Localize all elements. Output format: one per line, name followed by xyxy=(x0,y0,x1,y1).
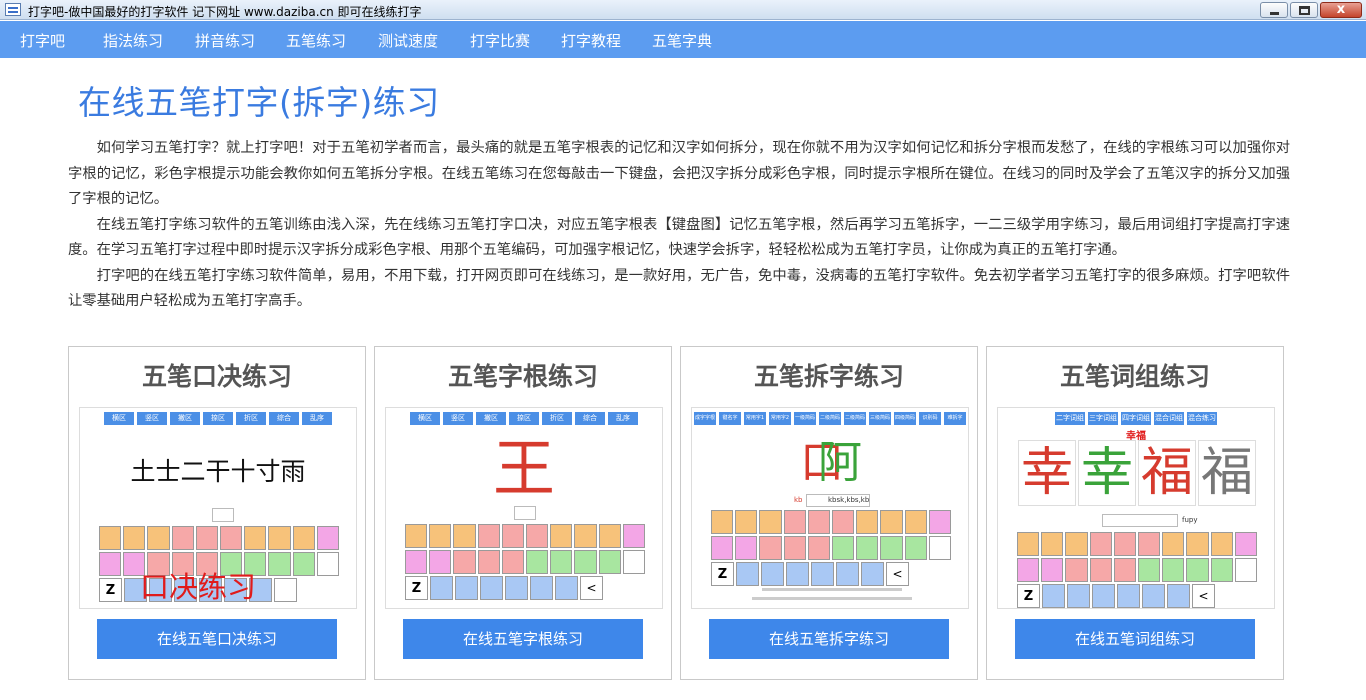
nav-item-contest[interactable]: 打字比赛 xyxy=(470,30,530,51)
split-practice-button[interactable]: 在线五笔拆字练习 xyxy=(709,619,949,659)
nav-item-dictionary[interactable]: 五笔字典 xyxy=(652,30,712,51)
phrase-practice-button[interactable]: 在线五笔词组练习 xyxy=(1015,619,1255,659)
keyboard-diagram: Z < xyxy=(405,524,646,602)
preview-tab: 难拆字 xyxy=(944,412,966,425)
preview-input xyxy=(514,506,536,520)
preview-tab: 三级简码 xyxy=(869,412,891,425)
nav-item-wubi[interactable]: 五笔练习 xyxy=(286,30,346,51)
keyboard-diagram: Z < xyxy=(1017,532,1258,608)
preview-tab: 常用字2 xyxy=(769,412,791,425)
key-lt: < xyxy=(580,576,603,600)
maximize-button[interactable] xyxy=(1290,2,1318,18)
mnemonic-overlay-text: 口决练习 xyxy=(140,570,257,604)
card-title: 五笔词组练习 xyxy=(1059,362,1210,391)
split-char-right: 阿 xyxy=(818,437,862,488)
key-z: Z xyxy=(1017,584,1040,608)
window-titlebar: 打字吧-做中国最好的打字软件 记下网址 www.daziba.cn 即可在线练打… xyxy=(0,0,1366,20)
nav-item-speed-test[interactable]: 测试速度 xyxy=(378,30,438,51)
preview-image[interactable]: 二字词组 三字词组 四字词组 混合词组 混合练习 幸福 幸 幸 福 福 fupy… xyxy=(997,407,1275,609)
key-lt: < xyxy=(886,562,909,586)
preview-tab: 混合词组 xyxy=(1154,412,1184,425)
preview-tab: 竖区 xyxy=(443,412,473,425)
close-button[interactable]: x xyxy=(1320,2,1362,18)
preview-tab: 混合练习 xyxy=(1187,412,1217,425)
preview-tab: 四级简码 xyxy=(894,412,916,425)
maximize-icon xyxy=(1299,6,1310,15)
radical-practice-button[interactable]: 在线五笔字根练习 xyxy=(403,619,643,659)
split-code-full: kbsk,kbs,kb xyxy=(828,496,870,504)
keyboard-diagram: Z < xyxy=(711,510,952,588)
preview-tab: 键名字 xyxy=(719,412,741,425)
preview-tab: 识别码 xyxy=(919,412,941,425)
preview-tab: 综合 xyxy=(575,412,605,425)
preview-tab: 二级简码 xyxy=(819,412,841,425)
preview-tab: 综合 xyxy=(269,412,299,425)
mnemonic-practice-button[interactable]: 在线五笔口决练习 xyxy=(97,619,337,659)
preview-tab: 横区 xyxy=(104,412,134,425)
card-split-practice: 五笔拆字练习 成字字根 键名字 常用字1 常用字2 一级简码 二级简码 二级简码… xyxy=(680,346,978,680)
card-radical-practice: 五笔字根练习 横区 竖区 撇区 捺区 折区 综合 乱序 王 Z < 在线五笔字根练… xyxy=(374,346,672,680)
preview-tabs: 横区 竖区 撇区 捺区 折区 综合 乱序 xyxy=(80,412,356,425)
preview-tabs: 二字词组 三字词组 四字词组 混合词组 混合练习 xyxy=(998,412,1274,425)
preview-tab: 乱序 xyxy=(608,412,638,425)
intro-text: 如何学习五笔打字？就上打字吧！对于五笔初学者而言，最头痛的就是五笔字根表的记忆和… xyxy=(68,136,1290,315)
key-z: Z xyxy=(711,562,734,586)
preview-tab: 二字词组 xyxy=(1055,412,1085,425)
key-lt: < xyxy=(1192,584,1215,608)
mnemonic-text: 土士二干十寸雨 xyxy=(130,457,306,486)
minimize-icon xyxy=(1270,12,1279,15)
preview-tab: 二级简码 xyxy=(844,412,866,425)
intro-paragraph: 打字吧的在线五笔打字练习软件简单，易用，不用下载，打开网页即可在线练习，是一款好… xyxy=(68,267,1290,310)
phrase-char: 幸 xyxy=(1018,440,1076,506)
phrase-char: 福 xyxy=(1138,440,1196,506)
nav-item-pinyin[interactable]: 拼音练习 xyxy=(195,30,255,51)
split-code-hint: kb xyxy=(794,496,803,504)
window-title: 打字吧-做中国最好的打字软件 记下网址 www.daziba.cn 即可在线练打… xyxy=(28,5,422,19)
preview-input xyxy=(212,508,234,522)
preview-tab: 撇区 xyxy=(170,412,200,425)
phrase-char: 幸 xyxy=(1078,440,1136,506)
app-icon xyxy=(5,3,21,16)
card-mnemonic-practice: 五笔口决练习 横区 竖区 撇区 捺区 折区 综合 乱序 土士二干十寸雨 Z 口决… xyxy=(68,346,366,680)
phrase-chars: 幸 幸 福 福 xyxy=(1018,440,1256,506)
window-controls: x xyxy=(1258,2,1362,18)
preview-tab: 横区 xyxy=(410,412,440,425)
card-title: 五笔拆字练习 xyxy=(753,362,904,391)
preview-tab: 折区 xyxy=(542,412,572,425)
nav-item-fingering[interactable]: 指法练习 xyxy=(103,30,163,51)
preview-image[interactable]: 成字字根 键名字 常用字1 常用字2 一级简码 二级简码 二级简码 三级简码 四… xyxy=(691,407,969,609)
preview-tab: 竖区 xyxy=(137,412,167,425)
intro-paragraph: 如何学习五笔打字？就上打字吧！对于五笔初学者而言，最头痛的就是五笔字根表的记忆和… xyxy=(68,140,1290,207)
preview-tab: 四字词组 xyxy=(1121,412,1151,425)
nav-item-tutorial[interactable]: 打字教程 xyxy=(561,30,621,51)
preview-tab: 撇区 xyxy=(476,412,506,425)
preview-tab: 折区 xyxy=(236,412,266,425)
preview-tabs: 横区 竖区 撇区 捺区 折区 综合 乱序 xyxy=(386,412,662,425)
page-title: 在线五笔打字(拆字)练习 xyxy=(78,83,440,122)
preview-tab: 乱序 xyxy=(302,412,332,425)
card-phrase-practice: 五笔词组练习 二字词组 三字词组 四字词组 混合词组 混合练习 幸福 幸 幸 福… xyxy=(986,346,1284,680)
key-z: Z xyxy=(99,578,122,602)
card-title: 五笔字根练习 xyxy=(447,362,598,391)
preview-tabs: 成字字根 键名字 常用字1 常用字2 一级简码 二级简码 二级简码 三级简码 四… xyxy=(692,412,968,425)
close-icon: x xyxy=(1336,2,1346,17)
preview-tab: 捺区 xyxy=(203,412,233,425)
preview-tab: 常用字1 xyxy=(744,412,766,425)
phrase-code: fupy xyxy=(1182,516,1198,524)
key-z: Z xyxy=(405,576,428,600)
top-nav: 打字吧 指法练习 拼音练习 五笔练习 测试速度 打字比赛 打字教程 五笔字典 xyxy=(0,21,1366,58)
card-title: 五笔口决练习 xyxy=(141,362,292,391)
preview-tab: 捺区 xyxy=(509,412,539,425)
nav-item-home[interactable]: 打字吧 xyxy=(20,30,65,51)
preview-image[interactable]: 横区 竖区 撇区 捺区 折区 综合 乱序 土士二干十寸雨 Z 口决练习 xyxy=(79,407,357,609)
preview-tab: 三字词组 xyxy=(1088,412,1118,425)
preview-tab: 成字字根 xyxy=(694,412,716,425)
preview-image[interactable]: 横区 竖区 撇区 捺区 折区 综合 乱序 王 Z < xyxy=(385,407,663,609)
preview-tab: 一级简码 xyxy=(794,412,816,425)
minimize-button[interactable] xyxy=(1260,2,1288,18)
phrase-char: 福 xyxy=(1198,440,1256,506)
intro-paragraph: 在线五笔打字练习软件的五笔训练由浅入深，先在线练习五笔打字口决，对应五笔字根表【… xyxy=(68,216,1290,259)
radical-char: 王 xyxy=(492,432,555,505)
preview-input xyxy=(1102,514,1178,527)
